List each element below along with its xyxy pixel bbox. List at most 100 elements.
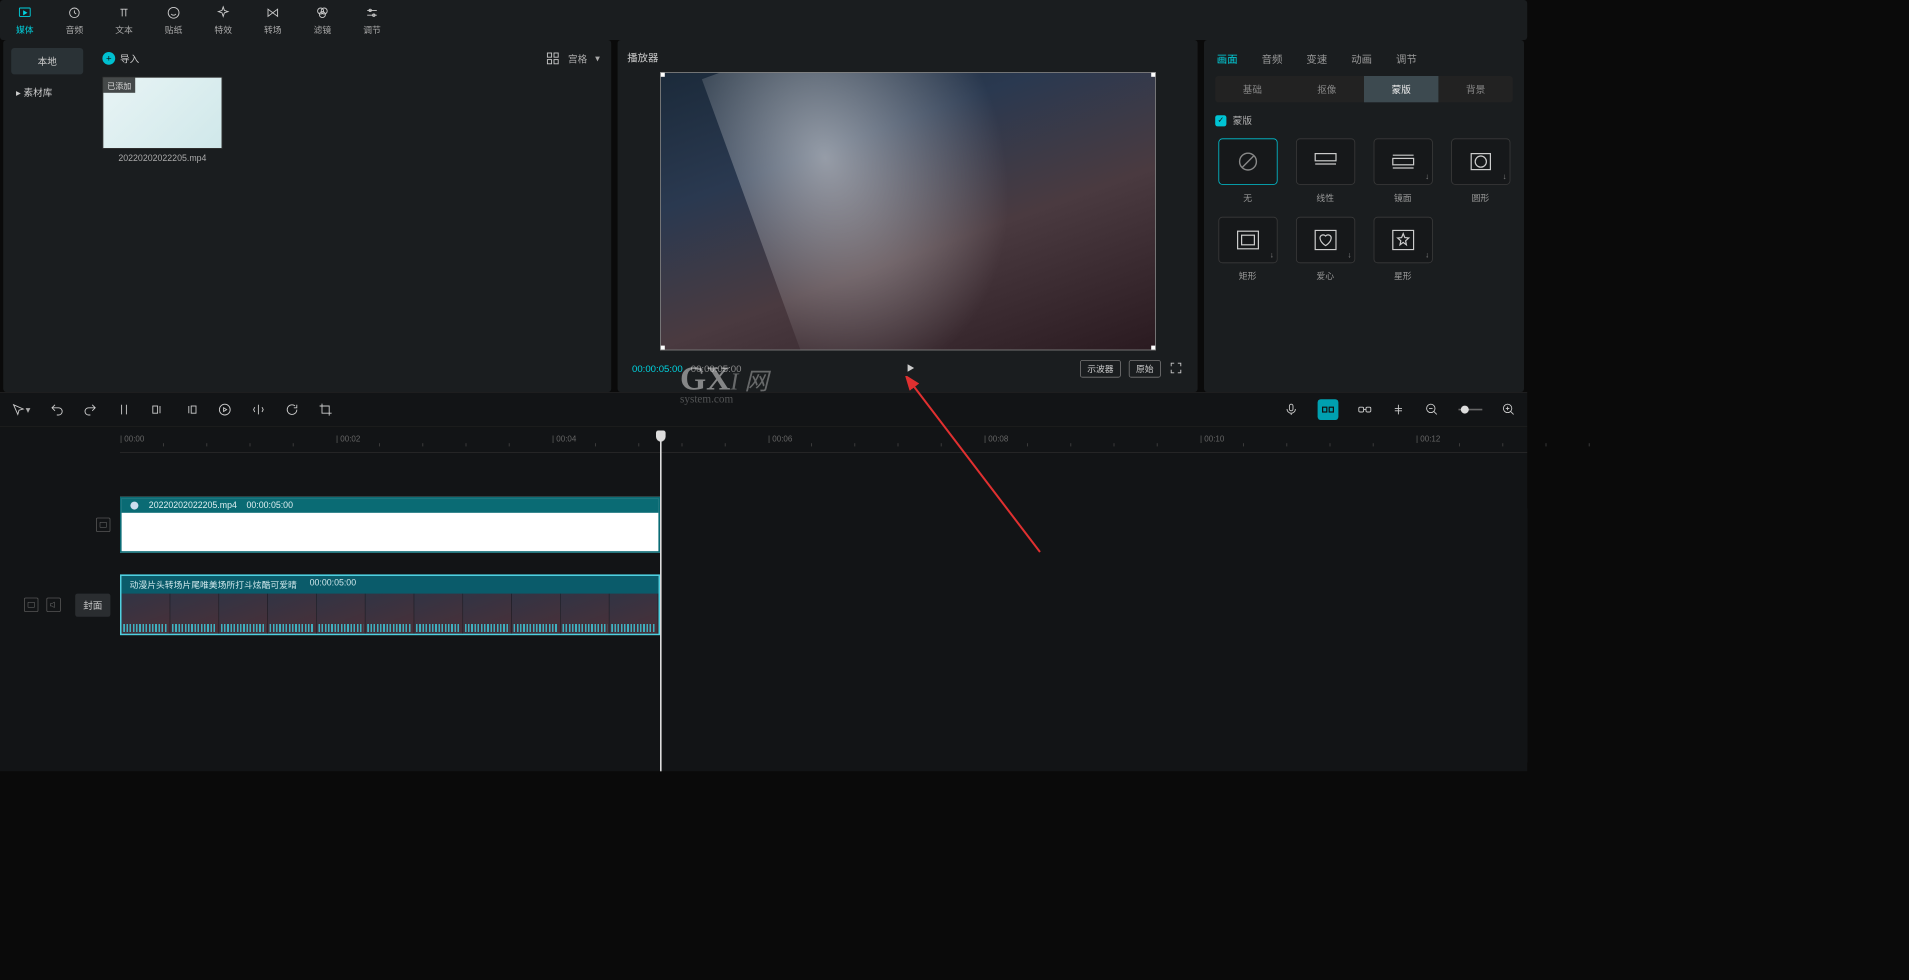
- clip2-duration: 00:00:05:00: [310, 578, 357, 591]
- mask-none[interactable]: [1218, 138, 1277, 184]
- subtab-basic[interactable]: 基础: [1215, 76, 1289, 102]
- playhead[interactable]: [660, 432, 662, 771]
- scope-button[interactable]: 示波器: [1080, 360, 1121, 378]
- clip1-name: 20220202022205.mp4: [149, 501, 237, 511]
- subtab-background[interactable]: 背景: [1438, 76, 1512, 102]
- tab-media-label: 媒体: [16, 23, 34, 36]
- freeze-button[interactable]: [218, 402, 232, 416]
- handle-tr[interactable]: [1151, 72, 1156, 77]
- mask-star-label: 星形: [1394, 270, 1412, 283]
- subtab-mask[interactable]: 蒙版: [1364, 76, 1438, 102]
- tab-filter-label: 滤镜: [314, 23, 332, 36]
- rp-tab-animation[interactable]: 动画: [1351, 51, 1372, 66]
- total-duration: 00:00:05:00: [691, 363, 742, 374]
- ruler[interactable]: | 00:00| 00:02| 00:04| 00:06| 00:08| 00:…: [120, 432, 1527, 453]
- zoom-slider[interactable]: [1458, 405, 1482, 415]
- text-icon: [116, 4, 132, 20]
- tab-effects[interactable]: 特效: [214, 4, 232, 35]
- top-nav: 媒体 音频 文本 贴纸 特效 转场 滤镜 调节: [0, 0, 1527, 40]
- ruler-tick: | 00:10: [1200, 435, 1224, 444]
- flip-button[interactable]: [251, 402, 265, 416]
- tab-adjust[interactable]: 调节: [363, 4, 381, 35]
- linear-icon: [1313, 152, 1337, 171]
- media-item[interactable]: 已添加 20220202022205.mp4: [102, 77, 222, 163]
- tracks: 20220202022205.mp4 00:00:05:00 封面 动漫片头转场…: [0, 493, 1527, 637]
- circle-icon: [1469, 150, 1491, 172]
- mask-circle[interactable]: ↓: [1451, 138, 1510, 184]
- track-lock-2[interactable]: [24, 598, 38, 612]
- mask-circle-label: 圆形: [1472, 191, 1490, 204]
- rotate-button[interactable]: [285, 402, 299, 416]
- mirror-icon: [1391, 152, 1415, 171]
- clip-2[interactable]: 动漫片头转场片尾唯美场所打斗炫酷可爱晴 00:00:05:00: [120, 574, 660, 635]
- view-controls[interactable]: 宫格 ▾: [546, 51, 600, 65]
- handle-bl[interactable]: [660, 345, 665, 350]
- zoom-out-button[interactable]: [1425, 402, 1439, 416]
- zoom-in-button[interactable]: [1502, 402, 1516, 416]
- subtab-cutout[interactable]: 抠像: [1290, 76, 1364, 102]
- mask-rect[interactable]: ↓: [1218, 217, 1277, 263]
- video-preview[interactable]: [660, 72, 1156, 350]
- ruler-tick: | 00:08: [984, 435, 1008, 444]
- mask-none-label: 无: [1243, 191, 1252, 204]
- mask-checkbox-label: 蒙版: [1233, 114, 1252, 128]
- mask-star[interactable]: ↓: [1373, 217, 1432, 263]
- crop-button[interactable]: [318, 402, 332, 416]
- mic-button[interactable]: [1284, 402, 1298, 416]
- original-button[interactable]: 原始: [1129, 360, 1161, 378]
- clip-1[interactable]: 20220202022205.mp4 00:00:05:00: [120, 497, 660, 553]
- delete-left-button[interactable]: [150, 402, 164, 416]
- mask-checkbox[interactable]: ✓: [1215, 115, 1226, 126]
- rp-tab-speed[interactable]: 变速: [1306, 51, 1327, 66]
- tab-transition-label: 转场: [264, 23, 282, 36]
- mask-mirror[interactable]: ↓: [1373, 138, 1432, 184]
- handle-br[interactable]: [1151, 345, 1156, 350]
- tab-media[interactable]: 媒体: [16, 4, 34, 35]
- magnet-main-button[interactable]: [1318, 399, 1339, 420]
- play-icon: [905, 362, 916, 373]
- preview-axis-button[interactable]: [1391, 402, 1405, 416]
- rect-icon: [1236, 230, 1260, 251]
- rp-tab-adjust[interactable]: 调节: [1396, 51, 1417, 66]
- clip-icon: [130, 501, 140, 511]
- track-mute[interactable]: [46, 598, 60, 612]
- fullscreen-button[interactable]: [1169, 360, 1183, 377]
- tab-sticker[interactable]: 贴纸: [165, 4, 183, 35]
- effects-icon: [215, 4, 231, 20]
- rp-tab-audio[interactable]: 音频: [1262, 51, 1283, 66]
- delete-right-button[interactable]: [184, 402, 198, 416]
- mask-grid: 无 线性 ↓ 镜面 ↓ 圆形 ↓ 矩形 ↓ 爱心 ↓: [1215, 138, 1513, 282]
- filter-icon: [314, 4, 330, 20]
- track-lock-1[interactable]: [96, 518, 110, 532]
- select-tool[interactable]: ▾: [11, 402, 30, 416]
- undo-button[interactable]: [50, 402, 64, 416]
- tab-text[interactable]: 文本: [115, 4, 133, 35]
- link-button[interactable]: [1358, 402, 1372, 416]
- sidebar-library[interactable]: ▸ 素材库: [11, 79, 83, 105]
- cover-button[interactable]: 封面: [75, 593, 110, 616]
- mask-checkbox-row[interactable]: ✓ 蒙版: [1215, 114, 1513, 128]
- rp-tab-picture[interactable]: 画面: [1217, 51, 1238, 66]
- transition-icon: [265, 4, 281, 20]
- player-panel: 播放器 00:00:05:00 00:00:05:00 示波器 原始: [618, 40, 1198, 392]
- tab-audio[interactable]: 音频: [66, 4, 84, 35]
- split-button[interactable]: [117, 402, 131, 416]
- mask-heart[interactable]: ↓: [1296, 217, 1355, 263]
- clip2-name: 动漫片头转场片尾唯美场所打斗炫酷可爱晴: [130, 578, 297, 591]
- handle-tl[interactable]: [660, 72, 665, 77]
- download-icon: ↓: [1503, 173, 1507, 182]
- tab-transition[interactable]: 转场: [264, 4, 282, 35]
- ruler-tick: | 00:00: [120, 435, 144, 444]
- fullscreen-icon: [1169, 360, 1183, 374]
- sidebar-local[interactable]: 本地: [11, 48, 83, 74]
- media-icon: [17, 4, 33, 20]
- media-filename: 20220202022205.mp4: [102, 154, 222, 164]
- mask-linear[interactable]: [1296, 138, 1355, 184]
- ruler-tick: | 00:04: [552, 435, 576, 444]
- redo-button[interactable]: [83, 402, 97, 416]
- download-icon: ↓: [1425, 173, 1429, 182]
- tab-filter[interactable]: 滤镜: [314, 4, 332, 35]
- play-button[interactable]: [905, 362, 916, 376]
- import-button[interactable]: + 导入: [102, 52, 139, 66]
- audio-icon: [66, 4, 82, 20]
